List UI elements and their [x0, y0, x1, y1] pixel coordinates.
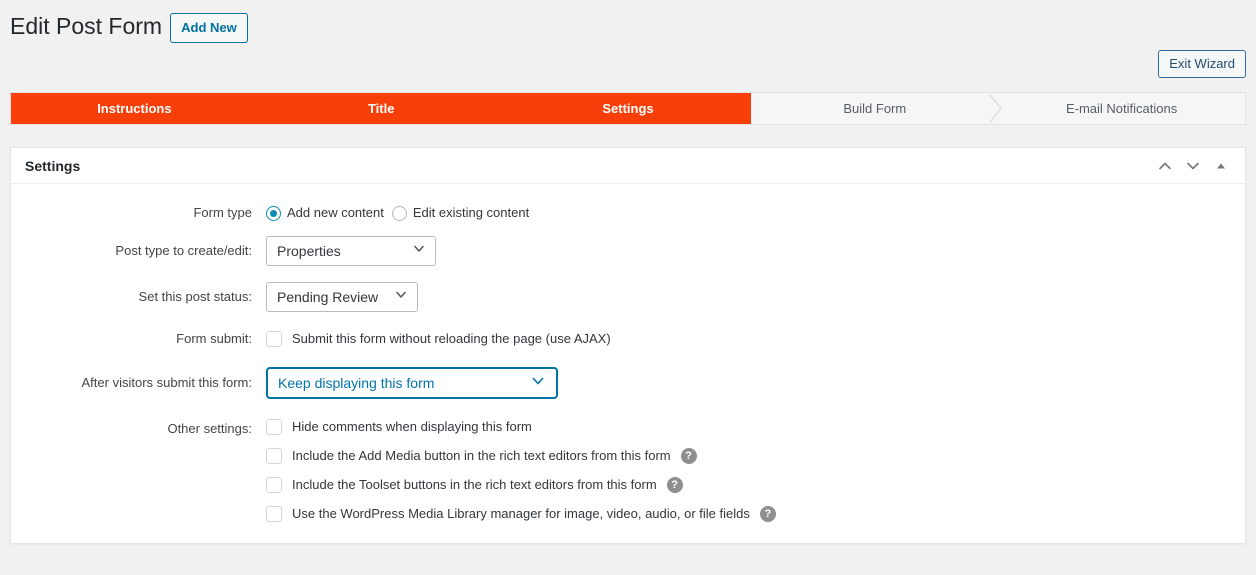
form-row-after-submit: After visitors submit this form: Keep di… [11, 367, 1245, 399]
post-status-label: Set this post status: [138, 289, 252, 304]
checkbox-ajax[interactable] [266, 331, 282, 347]
move-down-icon[interactable] [1181, 154, 1205, 178]
wizard-step-instructions[interactable]: Instructions [11, 93, 258, 124]
radio-add-new-content-label: Add new content [287, 205, 384, 220]
settings-panel-actions [1153, 154, 1233, 178]
radio-add-new-content[interactable]: Add new content [266, 202, 384, 224]
checkbox-other-setting-2[interactable] [266, 477, 282, 493]
form-type-options: Add new content Edit existing content [266, 202, 1245, 224]
post-status-select[interactable]: Pending Review [266, 282, 418, 312]
form-row-other-settings: Other settings: Hide comments when displ… [11, 418, 1245, 523]
wizard-steps: Instructions Title Settings Build Form E-mai… [10, 92, 1246, 125]
checkbox-other-setting-label: Hide comments when displaying this form [292, 419, 532, 434]
wizard-step-settings[interactable]: Settings [504, 93, 752, 124]
post-status-select-wrapper: Pending Review [266, 282, 418, 312]
form-row-post-status: Set this post status: Pending Review [11, 282, 1245, 312]
checkbox-other-setting-0[interactable] [266, 419, 282, 435]
radio-edit-existing-content-label: Edit existing content [412, 205, 530, 220]
settings-panel-body: Form type Add new content Edit existing … [11, 184, 1245, 543]
after-submit-label: After visitors submit this form: [81, 375, 252, 390]
post-type-select-wrapper: Properties [266, 236, 436, 266]
page-header: Edit Post Form Add New [0, 0, 1256, 44]
exit-wizard-button[interactable]: Exit Wizard [1158, 50, 1246, 78]
radio-add-new-content-input[interactable] [266, 205, 281, 221]
checkbox-ajax-label: Submit this form without reloading the p… [292, 331, 611, 346]
form-type-label: Form type [193, 205, 252, 220]
checkbox-other-setting-1[interactable] [266, 448, 282, 464]
settings-panel-title: Settings [25, 157, 81, 174]
radio-edit-existing-content[interactable]: Edit existing content [391, 202, 530, 224]
settings-panel-header: Settings [11, 148, 1245, 184]
wizard-step-label: Settings [602, 101, 654, 116]
help-icon[interactable]: ? [666, 477, 683, 493]
wizard-step-label: Build Form [843, 101, 907, 116]
wizard-step-e-mail-notifications[interactable]: E-mail Notifications [998, 93, 1245, 124]
post-type-label: Post type to create/edit: [115, 243, 252, 258]
checkbox-other-setting-3[interactable] [266, 506, 282, 522]
checkbox-row: Hide comments when displaying this form [266, 418, 1245, 436]
form-submit-control: Submit this form without reloading the p… [266, 328, 1245, 350]
wizard-step-label: E-mail Notifications [1065, 101, 1178, 116]
post-status-control: Pending Review [266, 282, 1245, 312]
post-type-select[interactable]: Properties [266, 236, 436, 266]
checkbox-row: Include the Toolset buttons in the rich … [266, 476, 1245, 494]
wizard-step-label: Title [367, 101, 395, 116]
add-new-button[interactable]: Add New [170, 13, 248, 43]
exit-wizard-row: Exit Wizard [0, 44, 1256, 86]
form-row-form-type: Form type Add new content Edit existing … [11, 202, 1245, 224]
wizard-step-title[interactable]: Title [257, 93, 505, 124]
settings-panel: Settings Form type Add new content Edit … [10, 147, 1246, 544]
form-row-post-type: Post type to create/edit: Properties [11, 236, 1245, 266]
checkbox-row: Include the Add Media button in the rich… [266, 447, 1245, 465]
form-submit-label: Form submit: [176, 331, 252, 346]
form-row-form-submit: Form submit: Submit this form without re… [11, 328, 1245, 350]
other-settings-control: Hide comments when displaying this form I… [266, 418, 1245, 523]
page-title: Edit Post Form [10, 13, 163, 40]
other-settings-label: Other settings: [167, 421, 252, 436]
checkbox-other-setting-label: Include the Toolset buttons in the rich … [292, 477, 657, 492]
checkbox-row: Use the WordPress Media Library manager … [266, 505, 1245, 523]
after-submit-select[interactable]: Keep displaying this form [266, 367, 558, 399]
after-submit-select-wrapper: Keep displaying this form [266, 367, 558, 399]
wizard-step-label: Instructions [97, 101, 172, 116]
move-up-icon[interactable] [1153, 154, 1177, 178]
checkbox-other-setting-label: Include the Add Media button in the rich… [292, 448, 671, 463]
checkbox-row-ajax: Submit this form without reloading the p… [266, 330, 1245, 348]
radio-edit-existing-content-input[interactable] [391, 205, 407, 221]
collapse-toggle-icon[interactable] [1209, 154, 1233, 178]
wizard-step-build-form[interactable]: Build Form [751, 93, 1003, 124]
help-icon[interactable]: ? [759, 506, 776, 522]
checkbox-other-setting-label: Use the WordPress Media Library manager … [292, 506, 750, 521]
after-submit-control: Keep displaying this form [266, 367, 1245, 399]
help-icon[interactable]: ? [680, 448, 697, 464]
post-type-control: Properties [266, 236, 1245, 266]
